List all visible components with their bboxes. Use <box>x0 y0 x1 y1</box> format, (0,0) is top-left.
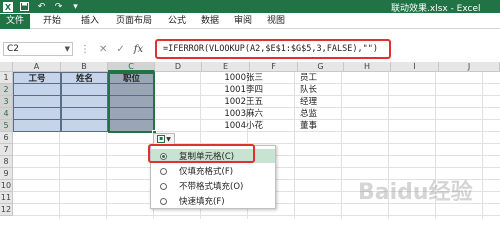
lookup-id-cell[interactable]: 1003 <box>205 108 246 120</box>
row-header-2[interactable]: 2 <box>0 84 13 96</box>
title-bar: X ↶ ↷ ▾ 联动效果.xlsx - Excel <box>0 0 500 14</box>
tab-formulas[interactable]: 公式 <box>163 14 191 29</box>
column-header-e[interactable]: E <box>202 62 250 72</box>
save-icon[interactable] <box>19 1 30 12</box>
svg-text:X: X <box>4 3 11 12</box>
watermark-text: Baidu经验 <box>358 179 473 205</box>
menu-item-label: 不带格式填充(O) <box>179 182 244 192</box>
annotation-highlight <box>148 144 255 163</box>
column-header-f[interactable]: F <box>250 62 298 72</box>
radio-icon <box>160 167 167 175</box>
chevron-down-icon: ▼ <box>166 135 171 143</box>
menu-item-label: 仅填充格式(F) <box>179 167 234 177</box>
lookup-name-cell[interactable]: 李四 <box>246 84 292 96</box>
name-box-value: C2 <box>7 44 20 54</box>
table-cell[interactable] <box>13 120 61 132</box>
radio-icon <box>160 182 167 190</box>
tab-page-layout[interactable]: 页面布局 <box>112 14 156 29</box>
formula-input-highlight[interactable]: =IFERROR(VLOOKUP(A2,$E$1:$G$5,3,FALSE),"… <box>155 39 391 59</box>
row-header-5[interactable]: 5 <box>0 120 13 132</box>
column-header-c[interactable]: C <box>108 62 155 72</box>
excel-logo-icon: X <box>2 1 13 12</box>
row-header-7[interactable]: 7 <box>0 144 13 156</box>
lookup-position-cell[interactable]: 总监 <box>300 108 344 120</box>
menu-item-fill-formatting-only[interactable]: 仅填充格式(F) <box>151 164 275 178</box>
more-icon[interactable]: ⋮ <box>80 44 90 55</box>
column-header-i[interactable]: I <box>391 62 439 72</box>
lookup-name-cell[interactable]: 王五 <box>246 96 292 108</box>
row-header-11[interactable]: 11 <box>0 192 13 204</box>
lookup-position-cell[interactable]: 经理 <box>300 96 344 108</box>
row-header-1[interactable]: 1 <box>0 72 13 84</box>
formula-bar: C2 ▼ ⋮ ✕ ✓ fx =IFERROR(VLOOKUP(A2,$E$1:$… <box>0 36 500 61</box>
lookup-name-cell[interactable]: 麻六 <box>246 108 292 120</box>
quick-access-toolbar: X ↶ ↷ ▾ <box>2 1 81 12</box>
menu-item-flash-fill[interactable]: 快速填充(F) <box>151 194 275 208</box>
clipboard-icon: ▪ <box>157 135 166 143</box>
lookup-name-cell[interactable]: 张三 <box>246 72 292 84</box>
radio-icon <box>160 197 167 205</box>
lookup-id-cell[interactable]: 1002 <box>205 96 246 108</box>
column-header-h[interactable]: H <box>344 62 391 72</box>
tab-data[interactable]: 数据 <box>196 14 224 29</box>
enter-icon[interactable]: ✓ <box>116 44 124 55</box>
formula-input[interactable]: =IFERROR(VLOOKUP(A2,$E$1:$G$5,3,FALSE),"… <box>163 43 378 56</box>
fx-icon[interactable]: fx <box>134 44 143 55</box>
row-header-6[interactable]: 6 <box>0 132 13 144</box>
row-header-10[interactable]: 10 <box>0 180 13 192</box>
table-cell[interactable] <box>61 120 108 132</box>
tab-home[interactable]: 开始 <box>38 14 66 29</box>
table-cell[interactable] <box>61 108 108 120</box>
lookup-name-cell[interactable]: 小花 <box>246 120 292 132</box>
lookup-position-cell[interactable]: 员工 <box>300 72 344 84</box>
lookup-id-cell[interactable]: 1001 <box>205 84 246 96</box>
menu-item-label: 快速填充(F) <box>179 197 225 207</box>
lookup-id-cell[interactable]: 1000 <box>205 72 246 84</box>
chevron-down-icon[interactable]: ▼ <box>65 43 70 55</box>
customize-icon[interactable]: ▾ <box>70 1 81 12</box>
table-cell[interactable] <box>13 96 61 108</box>
table-cell[interactable] <box>61 96 108 108</box>
row-header-12[interactable]: 12 <box>0 204 13 216</box>
selection-range <box>108 72 155 133</box>
table-cell[interactable] <box>61 84 108 96</box>
lookup-id-cell[interactable]: 1004 <box>205 120 246 132</box>
lookup-position-cell[interactable]: 队长 <box>300 84 344 96</box>
cancel-icon[interactable]: ✕ <box>99 44 107 55</box>
tab-view[interactable]: 视图 <box>262 14 290 29</box>
name-box[interactable]: C2 ▼ <box>3 42 73 56</box>
ribbon-tabs: 文件 开始 插入 页面布局 公式 数据 审阅 视图 <box>0 13 500 29</box>
baidu-watermark: Baidu经验 <box>350 165 500 219</box>
tab-insert[interactable]: 插入 <box>76 14 104 29</box>
lookup-position-cell[interactable]: 董事 <box>300 120 344 132</box>
column-header-g[interactable]: G <box>298 62 344 72</box>
column-header-d[interactable]: D <box>155 62 202 72</box>
table-cell[interactable] <box>13 108 61 120</box>
tab-file[interactable]: 文件 <box>0 14 30 29</box>
table-cell[interactable] <box>13 84 61 96</box>
header-cell-name[interactable]: 姓名 <box>61 72 108 84</box>
column-header-b[interactable]: B <box>61 62 108 72</box>
row-header-8[interactable]: 8 <box>0 156 13 168</box>
row-header-4[interactable]: 4 <box>0 108 13 120</box>
header-cell-id[interactable]: 工号 <box>13 72 61 84</box>
row-header-9[interactable]: 9 <box>0 168 13 180</box>
select-all-corner[interactable] <box>0 62 13 72</box>
redo-icon[interactable]: ↷ <box>53 1 64 12</box>
menu-item-fill-without-formatting[interactable]: 不带格式填充(O) <box>151 179 275 193</box>
undo-icon[interactable]: ↶ <box>36 1 47 12</box>
column-header-j[interactable]: J <box>439 62 500 72</box>
tab-review[interactable]: 审阅 <box>229 14 257 29</box>
formula-bar-buttons: ⋮ ✕ ✓ fx <box>80 42 143 56</box>
column-header-a[interactable]: A <box>13 62 61 72</box>
row-header-3[interactable]: 3 <box>0 96 13 108</box>
